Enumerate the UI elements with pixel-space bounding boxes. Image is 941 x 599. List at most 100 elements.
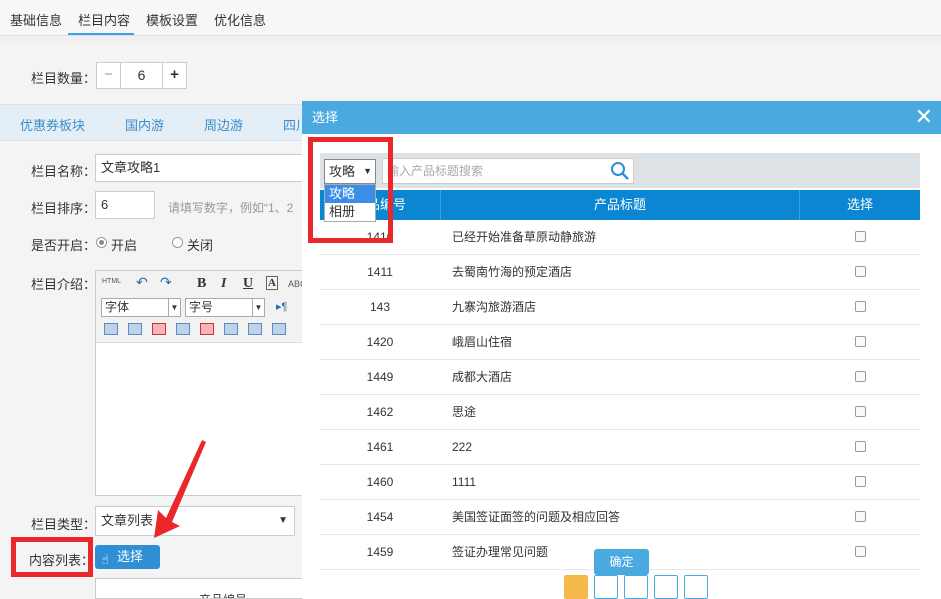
tab-basic-info[interactable]: 基础信息 xyxy=(10,10,62,29)
close-icon[interactable]: ✕ xyxy=(915,105,933,129)
table-props-icon[interactable] xyxy=(272,323,286,335)
delete-row-icon[interactable] xyxy=(152,323,166,335)
row-checkbox[interactable] xyxy=(855,371,866,382)
cat-tab-domestic[interactable]: 国内游 xyxy=(125,115,164,134)
order-label: 栏目排序： xyxy=(31,201,97,216)
column-count-stepper: − 6 + xyxy=(96,62,187,89)
column-count-label: 栏目数量： xyxy=(31,71,97,86)
product-id: 1449 xyxy=(366,370,394,384)
col-header-title: 产品标题 xyxy=(440,190,800,220)
table-icon[interactable] xyxy=(104,323,118,335)
page-button[interactable] xyxy=(564,575,588,599)
table-row: 143 九寨沟旅游酒店 xyxy=(320,290,920,325)
product-title: 峨眉山住宿 xyxy=(452,335,513,349)
font-family-select[interactable]: 字体 ▼ xyxy=(101,298,181,317)
radio-open[interactable] xyxy=(96,237,107,248)
chevron-down-icon: ▼ xyxy=(252,299,264,316)
cat-tab-coupon[interactable]: 优惠券板块 xyxy=(20,115,85,134)
col-header-select: 选择 xyxy=(846,197,873,212)
page-button[interactable] xyxy=(684,575,708,599)
row-checkbox[interactable] xyxy=(855,546,866,557)
product-title: 美国签证面签的问题及相应回答 xyxy=(452,510,621,524)
tab-optimization-info[interactable]: 优化信息 xyxy=(214,10,266,29)
row-checkbox[interactable] xyxy=(855,441,866,452)
radio-open-label: 开启 xyxy=(111,238,138,253)
hand-pointer-icon: ☝ xyxy=(101,552,109,567)
insert-row-icon[interactable] xyxy=(128,323,142,335)
radio-closed-label: 关闭 xyxy=(187,238,214,253)
modal-header: 选择 ✕ xyxy=(302,101,941,134)
page-button[interactable] xyxy=(654,575,678,599)
page-button[interactable] xyxy=(594,575,618,599)
product-title: 已经开始准备草原动静旅游 xyxy=(452,230,597,244)
search-icon[interactable] xyxy=(610,161,630,181)
product-id: 1459 xyxy=(366,545,394,559)
table-row: 1460 1111 xyxy=(320,465,920,500)
row-checkbox[interactable] xyxy=(855,336,866,347)
editor-toolbar: HTML ↶ ↷ B I U A ABC 字体 ▼ 字号 ▼ ▸¶ xyxy=(96,271,307,343)
table-row: 1462 思途 xyxy=(320,395,920,430)
table-row: 1416 已经开始准备草原动静旅游 xyxy=(320,220,920,255)
split-cells-icon[interactable] xyxy=(248,323,262,335)
intro-label: 栏目介绍： xyxy=(31,277,97,292)
cat-tab-nearby[interactable]: 周边游 xyxy=(204,115,243,134)
bold-button[interactable]: B xyxy=(197,276,206,292)
type-label: 栏目类型： xyxy=(31,517,97,532)
confirm-button[interactable]: 确定 xyxy=(594,549,649,575)
product-id: 1462 xyxy=(366,405,394,419)
page-button[interactable] xyxy=(624,575,648,599)
tab-column-content[interactable]: 栏目内容 xyxy=(78,10,130,29)
modal-title: 选择 xyxy=(312,110,339,125)
product-title: 思途 xyxy=(452,405,477,419)
product-id: 1460 xyxy=(366,475,394,489)
undo-icon[interactable]: ↶ xyxy=(136,274,148,291)
decrement-button[interactable]: − xyxy=(97,63,121,88)
row-checkbox[interactable] xyxy=(855,266,866,277)
table-row: 1411 去蜀南竹海的预定酒店 xyxy=(320,255,920,290)
column-name-input[interactable]: 文章攻略1 xyxy=(95,154,305,182)
product-title: 去蜀南竹海的预定酒店 xyxy=(452,265,573,279)
product-id: 1411 xyxy=(367,265,393,279)
table-row: 1420 峨眉山住宿 xyxy=(320,325,920,360)
redo-icon[interactable]: ↷ xyxy=(160,274,172,291)
product-title: 成都大酒店 xyxy=(452,370,513,384)
italic-button[interactable]: I xyxy=(221,276,226,292)
row-checkbox[interactable] xyxy=(855,231,866,242)
highlight-box-type-select xyxy=(308,137,393,243)
product-id: 1420 xyxy=(366,335,394,349)
order-hint: 请填写数字，例如“1、2 xyxy=(168,201,294,215)
product-title: 九寨沟旅游酒店 xyxy=(452,300,537,314)
font-size-select[interactable]: 字号 ▼ xyxy=(185,298,265,317)
content-list-table-partial: 产品编号 xyxy=(95,578,305,599)
product-id: 1454 xyxy=(366,510,394,524)
highlight-box-content-list xyxy=(11,537,93,577)
top-tab-bar: 基础信息 栏目内容 模板设置 优化信息 xyxy=(0,0,941,36)
paragraph-icon[interactable]: ▸¶ xyxy=(276,300,287,313)
increment-button[interactable]: + xyxy=(162,63,186,88)
insert-col-icon[interactable] xyxy=(176,323,190,335)
select-content-button[interactable]: ☝ 选择 xyxy=(95,545,160,569)
row-checkbox[interactable] xyxy=(855,511,866,522)
row-checkbox[interactable] xyxy=(855,476,866,487)
table-row: 1461 222 xyxy=(320,430,920,465)
radio-closed[interactable] xyxy=(172,237,183,248)
merge-cells-icon[interactable] xyxy=(224,323,238,335)
font-color-button[interactable]: A xyxy=(266,276,278,290)
underline-button[interactable]: U xyxy=(243,276,253,292)
tab-template-settings[interactable]: 模板设置 xyxy=(146,10,198,29)
product-id: 143 xyxy=(369,300,391,314)
product-title: 1111 xyxy=(452,475,477,489)
product-title: 签证办理常见问题 xyxy=(452,545,549,559)
row-checkbox[interactable] xyxy=(855,301,866,312)
delete-col-icon[interactable] xyxy=(200,323,214,335)
product-search-input[interactable]: 输入产品标题搜索 xyxy=(382,158,634,184)
annotation-arrow-icon xyxy=(154,440,206,538)
chevron-down-icon: ▼ xyxy=(168,299,180,316)
product-id: 1461 xyxy=(366,440,394,454)
name-label: 栏目名称： xyxy=(31,164,97,179)
open-label: 是否开启： xyxy=(31,238,97,253)
column-count-value[interactable]: 6 xyxy=(121,63,162,88)
html-source-button[interactable]: HTML xyxy=(102,278,121,285)
column-order-input[interactable]: 6 xyxy=(95,191,155,219)
row-checkbox[interactable] xyxy=(855,406,866,417)
